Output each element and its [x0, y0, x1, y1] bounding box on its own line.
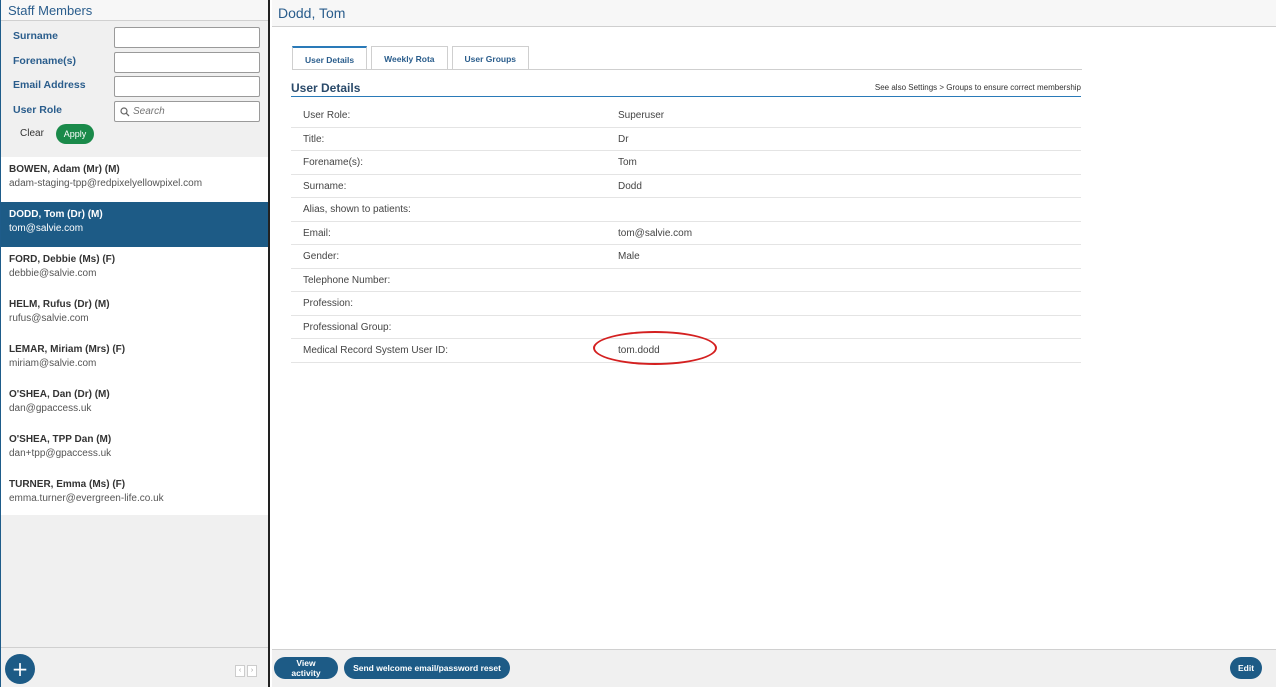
detail-row-forename: Forename(s): Tom	[291, 151, 1081, 175]
pager-next-button[interactable]: ›	[247, 665, 257, 677]
detail-label: Forename(s):	[303, 157, 364, 168]
pager: ‹ ›	[235, 665, 257, 677]
left-footer: + ‹ ›	[1, 647, 268, 687]
detail-label: Alias, shown to patients:	[303, 204, 411, 215]
apply-button[interactable]: Apply	[56, 124, 94, 144]
detail-value: tom.dodd	[618, 345, 660, 356]
tab-weekly-rota[interactable]: Weekly Rota	[371, 46, 448, 70]
detail-label: User Role:	[303, 110, 351, 121]
detail-row-email: Email: tom@salvie.com	[291, 222, 1081, 245]
detail-row-professional-group: Professional Group:	[291, 316, 1081, 339]
detail-label: Medical Record System User ID:	[303, 345, 449, 356]
user-role-search[interactable]	[114, 100, 260, 122]
forename-input[interactable]	[114, 51, 260, 73]
detail-value: Dr	[618, 133, 629, 145]
pager-prev-button[interactable]: ‹	[235, 665, 245, 677]
detail-row-surname: Surname: Dodd	[291, 175, 1081, 198]
staff-list-item[interactable]: HELM, Rufus (Dr) (M) rufus@salvie.com	[1, 292, 268, 337]
main-footer: View activity Send welcome email/passwor…	[272, 649, 1276, 687]
user-role-search-input[interactable]	[133, 101, 257, 121]
detail-row-alias: Alias, shown to patients:	[291, 198, 1081, 222]
staff-list-item[interactable]: O'SHEA, TPP Dan (M) dan+tpp@gpaccess.uk	[1, 427, 268, 472]
tab-user-details[interactable]: User Details	[292, 46, 368, 70]
staff-name: DODD, Tom (Dr) (M)	[9, 209, 103, 220]
detail-label: Professional Group:	[303, 321, 392, 333]
staff-name: TURNER, Emma (Ms) (F)	[9, 479, 126, 490]
detail-row-title: Title: Dr	[291, 128, 1081, 151]
staff-email: dan@gpaccess.uk	[9, 403, 92, 414]
filter-form: Surname Forename(s) Email Address User R…	[1, 21, 268, 153]
tab-user-groups[interactable]: User Groups	[451, 46, 530, 70]
staff-list-item-selected[interactable]: DODD, Tom (Dr) (M) tom@salvie.com	[1, 202, 268, 247]
section-divider	[291, 96, 1081, 97]
staff-name: HELM, Rufus (Dr) (M)	[9, 299, 110, 310]
detail-label: Email:	[303, 227, 331, 239]
staff-email: tom@salvie.com	[9, 223, 84, 234]
email-label: Email Address	[13, 79, 86, 91]
staff-list: BOWEN, Adam (Mr) (M) adam-staging-tpp@re…	[1, 157, 268, 515]
staff-list-item[interactable]: BOWEN, Adam (Mr) (M) adam-staging-tpp@re…	[1, 157, 268, 202]
user-details-table: User Role: Superuser Title: Dr Forename(…	[291, 104, 1081, 365]
staff-list-item[interactable]: O'SHEA, Dan (Dr) (M) dan@gpaccess.uk	[1, 382, 268, 427]
detail-value: Superuser	[618, 110, 665, 121]
page-title: Dodd, Tom	[272, 0, 1276, 27]
staff-name: BOWEN, Adam (Mr) (M)	[9, 164, 120, 175]
detail-row-profession: Profession:	[291, 292, 1081, 316]
staff-email: adam-staging-tpp@redpixelyellowpixel.com	[9, 178, 203, 189]
detail-label: Gender:	[303, 251, 340, 262]
section-title: User Details	[291, 81, 361, 95]
detail-label: Telephone Number:	[303, 274, 391, 286]
staff-list-item[interactable]: FORD, Debbie (Ms) (F) debbie@salvie.com	[1, 247, 268, 292]
forename-label: Forename(s)	[13, 54, 77, 67]
detail-row-user-role: User Role: Superuser	[291, 104, 1081, 128]
staff-list-item[interactable]: TURNER, Emma (Ms) (F) emma.turner@evergr…	[1, 472, 268, 517]
staff-email: debbie@salvie.com	[9, 268, 97, 279]
detail-value: Male	[618, 251, 640, 262]
detail-row-mrs-user-id: Medical Record System User ID: tom.dodd	[291, 331, 1081, 365]
email-input[interactable]	[114, 76, 260, 97]
staff-list-item[interactable]: LEMAR, Miriam (Mrs) (F) miriam@salvie.co…	[1, 337, 268, 382]
clear-button[interactable]: Clear	[20, 128, 44, 139]
staff-name: LEMAR, Miriam (Mrs) (F)	[9, 344, 126, 355]
detail-row-telephone: Telephone Number:	[291, 269, 1081, 292]
section-hint: See also Settings > Groups to ensure cor…	[874, 83, 1081, 92]
staff-name: O'SHEA, Dan (Dr) (M)	[9, 389, 110, 400]
staff-email: rufus@salvie.com	[9, 313, 89, 324]
detail-value: Tom	[618, 157, 637, 168]
staff-admin-app: Staff Members Surname Forename(s) Email …	[0, 0, 1276, 687]
detail-value: Dodd	[618, 180, 642, 192]
panel-title: Staff Members	[1, 0, 268, 21]
detail-label: Surname:	[303, 180, 347, 192]
view-activity-button[interactable]: View activity	[274, 657, 338, 679]
tab-divider	[292, 69, 1082, 70]
staff-name: FORD, Debbie (Ms) (F)	[9, 254, 116, 265]
edit-button[interactable]: Edit	[1230, 657, 1262, 679]
surname-label: Surname	[13, 30, 58, 42]
staff-members-panel: Staff Members Surname Forename(s) Email …	[0, 0, 270, 687]
staff-detail-panel: Dodd, Tom User Details Weekly Rota User …	[272, 0, 1276, 687]
surname-input[interactable]	[114, 27, 260, 48]
staff-email: dan+tpp@gpaccess.uk	[9, 448, 112, 459]
staff-name: O'SHEA, TPP Dan (M)	[9, 434, 112, 445]
detail-label: Title:	[303, 133, 325, 145]
staff-email: emma.turner@evergreen-life.co.uk	[9, 493, 164, 504]
tab-bar: User Details Weekly Rota User Groups	[292, 46, 533, 70]
detail-row-gender: Gender: Male	[291, 245, 1081, 269]
detail-label: Profession:	[303, 298, 354, 309]
detail-value: tom@salvie.com	[618, 227, 693, 239]
staff-email: miriam@salvie.com	[9, 358, 97, 369]
user-role-label: User Role	[13, 103, 63, 116]
search-icon	[120, 106, 130, 116]
add-staff-button[interactable]: +	[5, 654, 35, 684]
send-welcome-email-button[interactable]: Send welcome email/password reset	[344, 657, 510, 679]
